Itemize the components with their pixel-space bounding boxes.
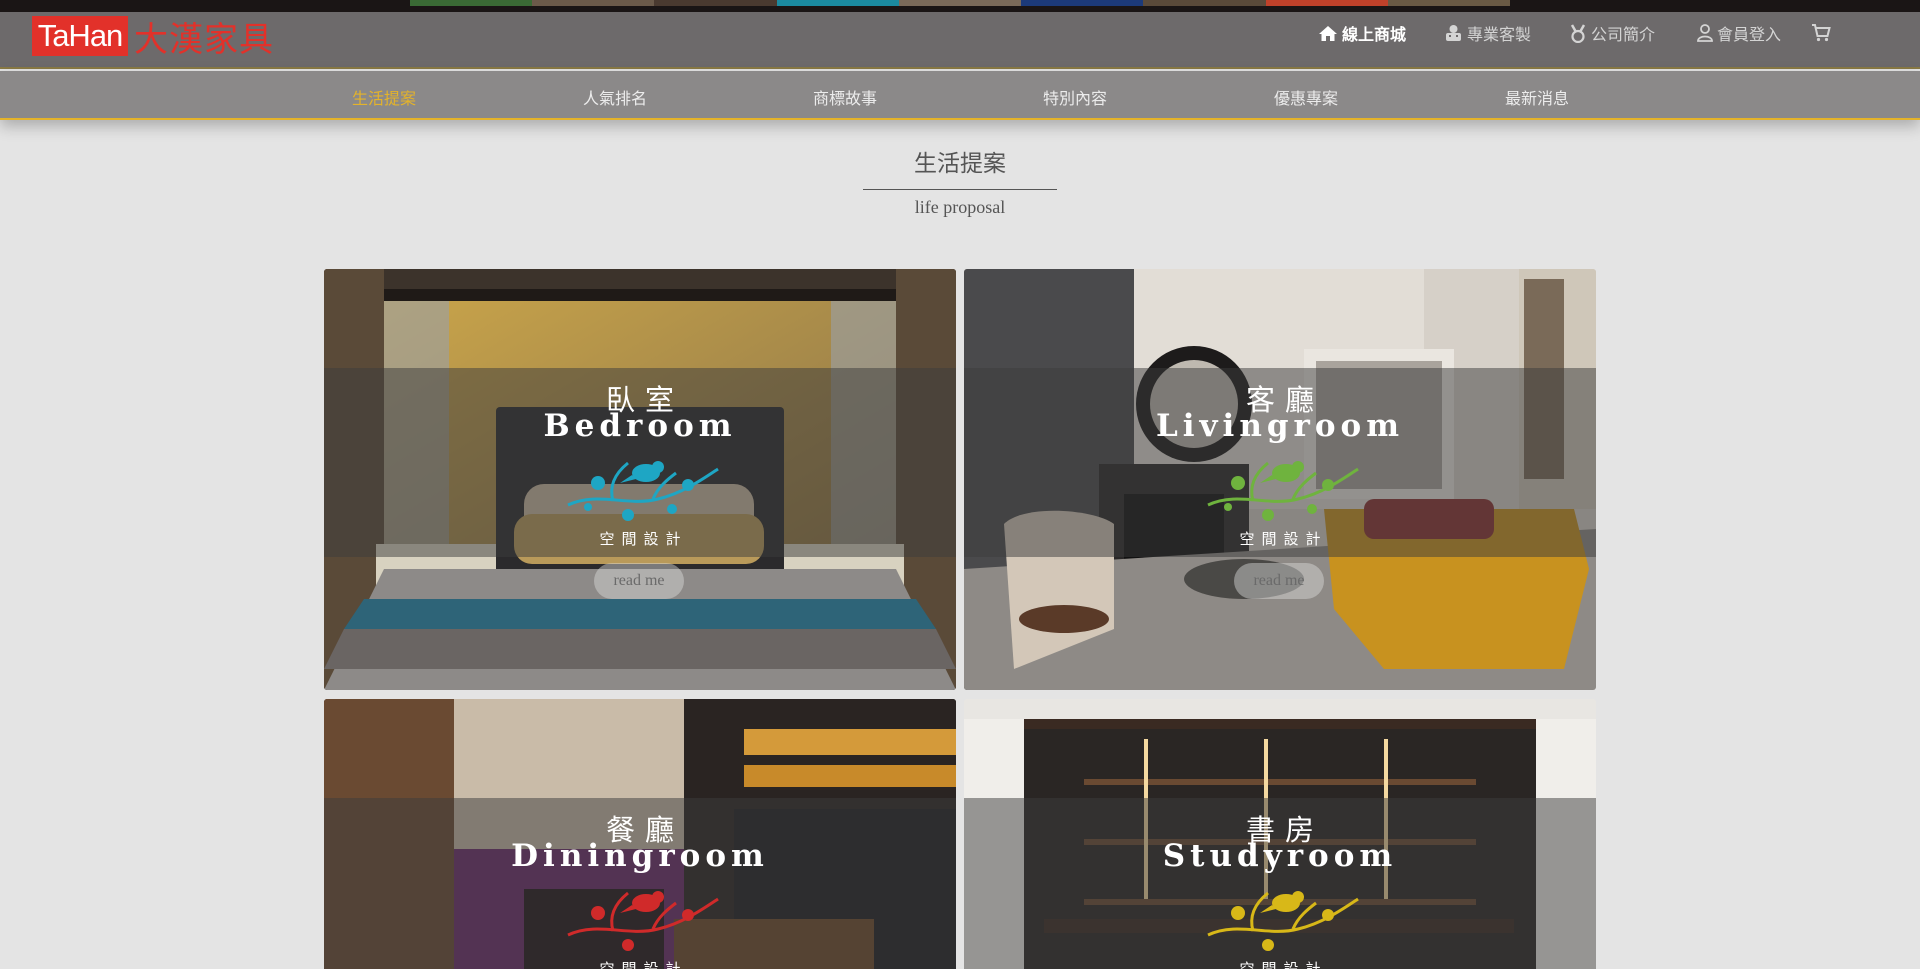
read-me-button[interactable]: read me <box>594 563 684 599</box>
medal-icon <box>1570 23 1586 43</box>
home-icon <box>1319 25 1337 41</box>
site-header: TaHan 大漢家具 線上商城 專業客製 公司簡介 會員登入 <box>0 12 1920 69</box>
nav-member-login[interactable]: 會員登入 <box>1697 21 1781 45</box>
logo-latin: TaHan <box>32 16 128 56</box>
top-nav: 線上商城 專業客製 公司簡介 會員登入 <box>1318 12 1835 54</box>
bird-branch-icon <box>1207 461 1359 521</box>
card-subtitle: 空間設計 <box>1239 530 1328 548</box>
logo-chinese: 大漢家具 <box>134 19 274 60</box>
card-title-english: Bedroom <box>543 408 737 444</box>
nav-company-intro[interactable]: 公司簡介 <box>1569 21 1655 45</box>
nav-company-intro-label: 公司簡介 <box>1591 25 1656 44</box>
nav-custom-order[interactable]: 專業客製 <box>1444 21 1531 45</box>
card-title-english: Livingroom <box>1155 408 1405 444</box>
cart-button[interactable] <box>1811 24 1835 42</box>
card-subtitle: 空間設計 <box>1239 960 1328 969</box>
nav-online-shop[interactable]: 線上商城 <box>1318 21 1406 45</box>
card-studyroom[interactable]: 書房 Studyroom 空間設計 <box>964 699 1596 969</box>
tab-special-content[interactable]: 特別內容 <box>1043 85 1107 109</box>
card-subtitle: 空間設計 <box>599 530 688 548</box>
cart-icon <box>1812 24 1831 42</box>
tab-promotions[interactable]: 優惠專案 <box>1274 85 1338 109</box>
nav-member-login-label: 會員登入 <box>1717 25 1782 44</box>
card-subtitle: 空間設計 <box>599 960 688 969</box>
bird-branch-icon <box>567 461 719 521</box>
robot-icon <box>1446 25 1462 41</box>
tab-popularity-ranking[interactable]: 人氣排名 <box>583 85 647 109</box>
section-title: 生活提案 <box>914 151 1006 177</box>
user-icon <box>1697 24 1713 42</box>
section-divider <box>863 189 1057 190</box>
top-image-strip <box>0 0 1920 12</box>
read-me-button[interactable]: read me <box>1234 563 1324 599</box>
card-title-english: Diningroom <box>511 838 769 874</box>
card-bedroom[interactable]: 臥室 Bedroom 空間設計 read me <box>324 269 956 690</box>
card-diningroom[interactable]: 餐廳 Diningroom 空間設計 <box>324 699 956 969</box>
card-livingroom[interactable]: 客廳 Livingroom 空間設計 read me <box>964 269 1596 690</box>
category-nav: 生活提案 人氣排名 商標故事 特別內容 優惠專案 最新消息 <box>0 71 1920 120</box>
nav-online-shop-label: 線上商城 <box>1342 25 1407 44</box>
tab-latest-news[interactable]: 最新消息 <box>1505 85 1569 109</box>
bird-branch-icon <box>1207 891 1359 951</box>
card-title-english: Studyroom <box>1162 838 1398 874</box>
section-subtitle: life proposal <box>914 197 1006 217</box>
site-logo[interactable]: TaHan 大漢家具 <box>32 16 274 60</box>
tab-brand-story[interactable]: 商標故事 <box>813 85 877 109</box>
bird-branch-icon <box>567 891 719 951</box>
tab-life-proposal[interactable]: 生活提案 <box>352 85 416 109</box>
nav-custom-order-label: 專業客製 <box>1467 25 1532 44</box>
